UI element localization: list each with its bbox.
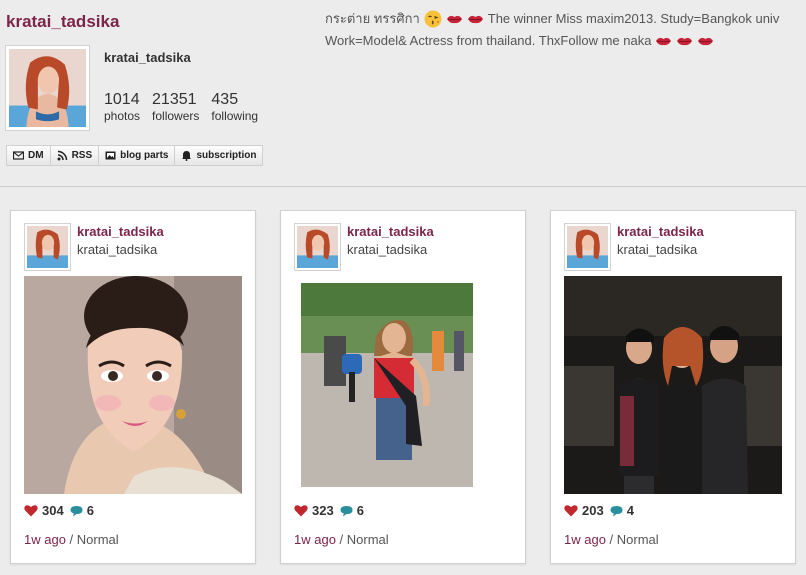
comment-icon[interactable] [340, 505, 353, 517]
profile-display-name[interactable]: kratai_tadsika [6, 12, 119, 32]
profile-stats: 1014 photos 21351 followers 435 followin… [104, 90, 258, 124]
kissing-face-icon [424, 10, 442, 28]
post-card: kratai_tadsika kratai_tadsika 323 6 1w a… [280, 210, 526, 564]
stat-following[interactable]: 435 following [211, 90, 258, 124]
post-separator: / [69, 532, 77, 547]
subscription-button[interactable]: subscription [175, 145, 264, 166]
post-display-name[interactable]: kratai_tadsika [347, 224, 434, 239]
comment-count: 6 [356, 503, 364, 518]
post-filter: Normal [346, 532, 389, 547]
post-avatar[interactable] [24, 223, 71, 271]
stat-followers[interactable]: 21351 followers [152, 90, 199, 124]
stat-count: 435 [211, 91, 239, 108]
post-card: kratai_tadsika kratai_tadsika 304 6 1w a… [10, 210, 256, 564]
comment-icon[interactable] [70, 505, 83, 517]
post-meta: 1w ago / Normal [294, 532, 389, 547]
lips-icon [446, 14, 463, 24]
post-photo[interactable] [24, 276, 242, 494]
heart-icon[interactable] [294, 504, 308, 517]
rss-icon [57, 150, 67, 161]
profile-username[interactable]: kratai_tadsika [104, 50, 191, 65]
lips-icon [697, 36, 714, 46]
post-photo[interactable] [294, 276, 512, 494]
lips-icon [467, 14, 484, 24]
blog-parts-button-label: blog parts [120, 150, 169, 161]
heart-icon[interactable] [24, 504, 38, 517]
header-divider [0, 186, 806, 187]
stat-label: followers [152, 109, 200, 123]
subscription-button-label: subscription [196, 150, 257, 161]
post-time-link[interactable]: 1w ago [294, 532, 336, 547]
comment-count: 6 [86, 503, 94, 518]
post-photo[interactable] [564, 276, 782, 494]
stat-count: 21351 [152, 91, 197, 108]
comment-count: 4 [626, 503, 634, 518]
post-separator: / [609, 532, 617, 547]
photo-icon [105, 151, 116, 160]
stat-label: following [211, 109, 259, 123]
bell-icon [182, 151, 192, 161]
post-time-link[interactable]: 1w ago [564, 532, 606, 547]
post-stats: 304 6 [24, 503, 94, 518]
mail-icon [13, 151, 24, 160]
like-count: 203 [582, 503, 604, 518]
profile-action-bar: DM RSS blog parts subscription [6, 145, 264, 166]
heart-icon[interactable] [564, 504, 578, 517]
post-display-name[interactable]: kratai_tadsika [617, 224, 704, 239]
lips-icon [655, 36, 672, 46]
stat-count: 1014 [104, 91, 140, 108]
post-filter: Normal [76, 532, 119, 547]
post-avatar[interactable] [294, 223, 341, 271]
lips-icon [676, 36, 693, 46]
rss-button-label: RSS [71, 150, 93, 161]
post-meta: 1w ago / Normal [24, 532, 119, 547]
bio-work: Work=Model& Actress from thailand. ThxFo… [325, 33, 652, 48]
post-username[interactable]: kratai_tadsika [77, 242, 157, 257]
blog-parts-button[interactable]: blog parts [99, 145, 176, 166]
like-count: 304 [42, 503, 64, 518]
post-meta: 1w ago / Normal [564, 532, 659, 547]
post-separator: / [339, 532, 347, 547]
post-time-link[interactable]: 1w ago [24, 532, 66, 547]
like-count: 323 [312, 503, 334, 518]
post-username[interactable]: kratai_tadsika [347, 242, 427, 257]
dm-button-label: DM [28, 150, 44, 161]
stat-photos[interactable]: 1014 photos [104, 90, 140, 124]
bio-thai-name: กระต่าย ทรรศิกา [325, 11, 420, 26]
comment-icon[interactable] [610, 505, 623, 517]
post-stats: 203 4 [564, 503, 634, 518]
stat-label: photos [104, 109, 141, 123]
bio-headline: The winner Miss maxim2013. Study=Bangkok… [487, 11, 780, 26]
post-stats: 323 6 [294, 503, 364, 518]
bio-line-2: Work=Model& Actress from thailand. ThxFo… [325, 30, 806, 52]
post-avatar[interactable] [564, 223, 611, 271]
dm-button[interactable]: DM [6, 145, 51, 166]
post-filter: Normal [616, 532, 659, 547]
post-card: kratai_tadsika kratai_tadsika 203 4 1w a… [550, 210, 796, 564]
rss-button[interactable]: RSS [50, 145, 100, 166]
post-username[interactable]: kratai_tadsika [617, 242, 697, 257]
bio-line-1: กระต่าย ทรรศิกา The winner Miss maxim201… [325, 8, 806, 30]
post-display-name[interactable]: kratai_tadsika [77, 224, 164, 239]
profile-bio: กระต่าย ทรรศิกา The winner Miss maxim201… [325, 8, 806, 52]
profile-avatar[interactable] [5, 45, 90, 131]
